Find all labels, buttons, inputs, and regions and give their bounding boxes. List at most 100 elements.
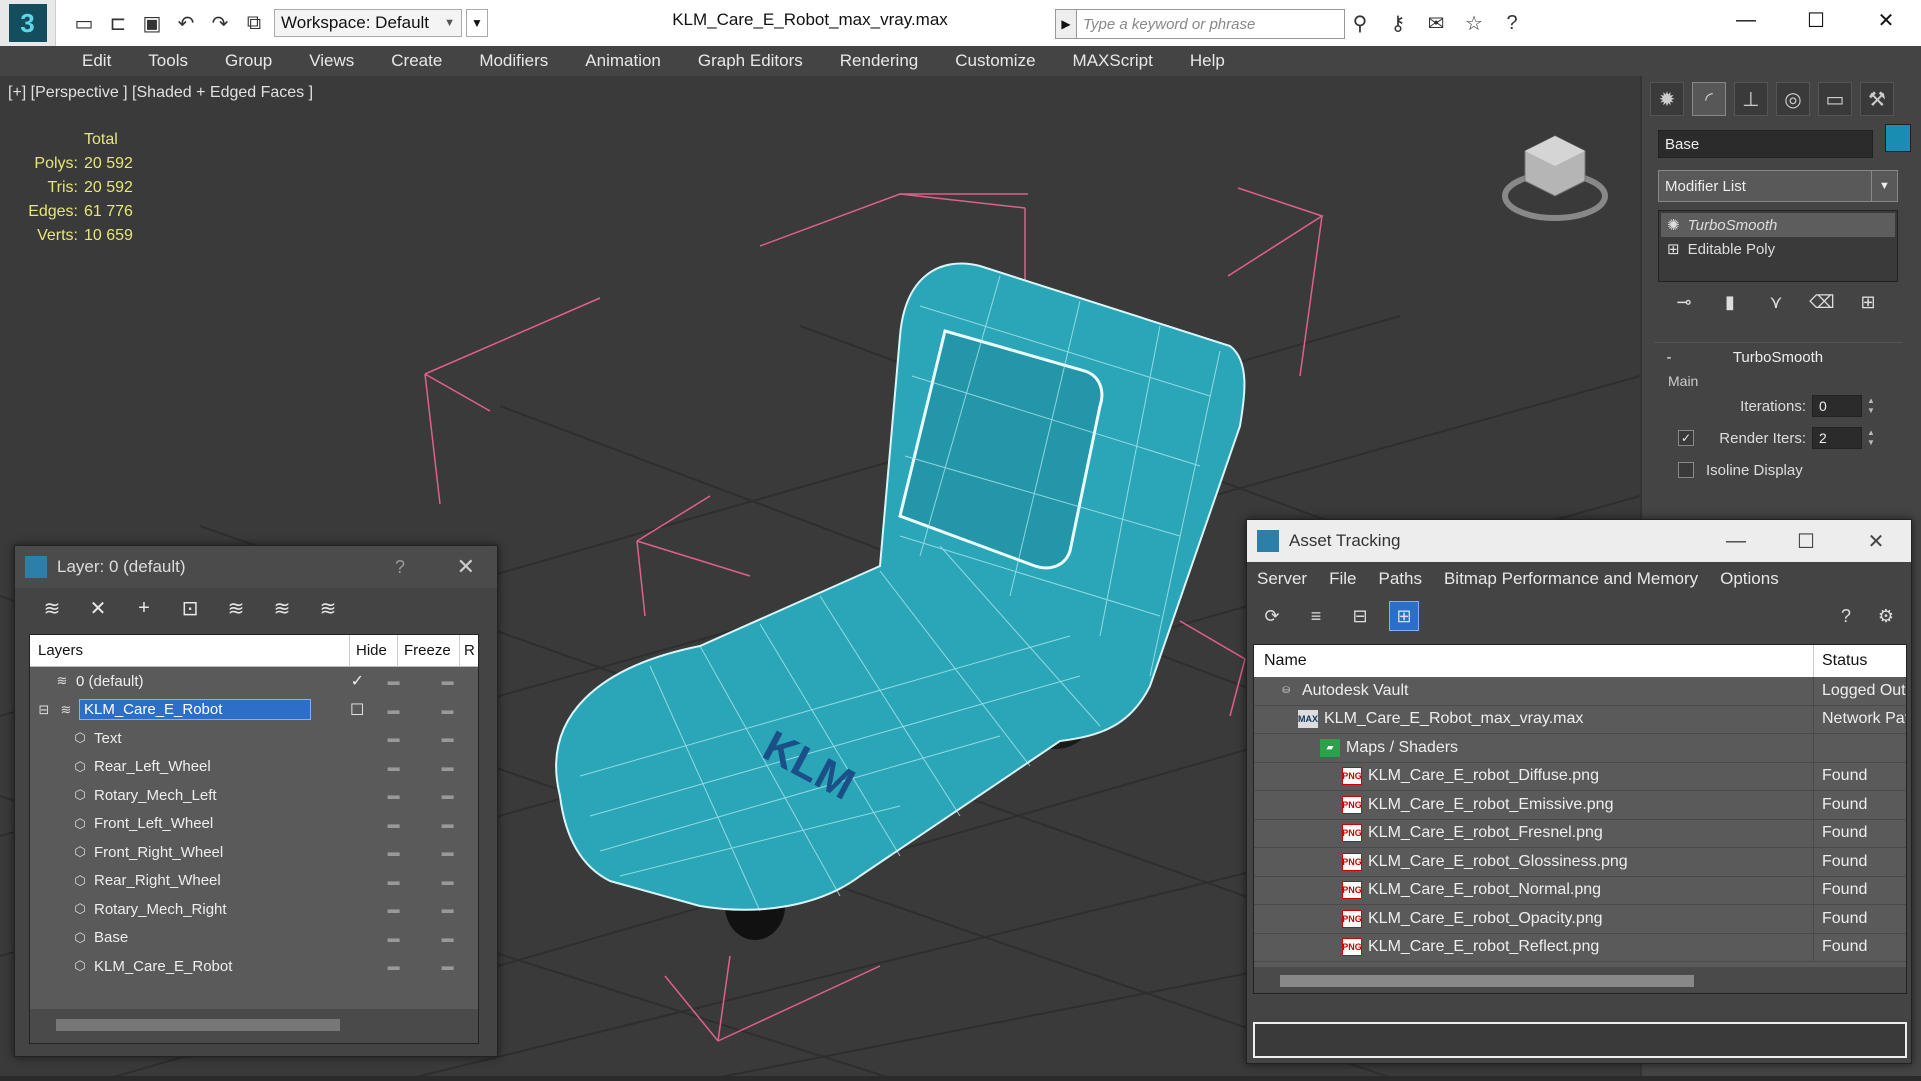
freeze-toggle[interactable]: ▬ — [417, 760, 478, 774]
search-input[interactable]: Type a keyword or phrase — [1077, 9, 1345, 39]
render-iters-spinner[interactable]: 2 — [1812, 427, 1862, 449]
freeze-toggle[interactable]: ▬ — [417, 674, 478, 688]
hide-toggle[interactable]: ▬ — [370, 817, 417, 831]
favorites-star-icon[interactable]: ☆ — [1461, 10, 1487, 36]
stack-item-turbosmooth[interactable]: ✺ TurboSmooth — [1661, 213, 1895, 237]
new-layer-icon[interactable]: ≋ — [39, 595, 65, 621]
asset-row[interactable]: PNG KLM_Care_E_robot_Fresnel.png Found — [1254, 819, 1906, 848]
freeze-toggle[interactable]: ▬ — [417, 902, 478, 916]
refresh-icon[interactable]: ⟳ — [1257, 601, 1287, 631]
utilities-tab-icon[interactable]: ⚒ — [1860, 82, 1894, 116]
spinner-arrows-icon[interactable]: ▲ ▼ — [1864, 396, 1878, 416]
display-tab-icon[interactable]: ▭ — [1818, 82, 1852, 116]
search-expand-icon[interactable]: ▶ — [1055, 9, 1077, 39]
menu-maxscript[interactable]: MAXScript — [1073, 51, 1172, 71]
menu-rendering[interactable]: Rendering — [840, 51, 937, 71]
hide-toggle[interactable]: ▬ — [370, 760, 417, 774]
col-status[interactable]: Status — [1814, 652, 1906, 670]
menu-views[interactable]: Views — [309, 51, 373, 71]
layer-row[interactable]: ⬡ Front_Left_Wheel ▬ ▬ — [30, 809, 478, 838]
key-icon[interactable]: ⚷ — [1385, 10, 1411, 36]
viewport-label[interactable]: [+] [Perspective ] [Shaded + Edged Faces… — [8, 84, 313, 102]
undo-icon[interactable]: ↶ — [172, 9, 200, 37]
menu-modifiers[interactable]: Modifiers — [479, 51, 567, 71]
maximize-button[interactable]: ☐ — [1771, 520, 1841, 562]
asset-row[interactable]: PNG KLM_Care_E_robot_Glossiness.png Found — [1254, 848, 1906, 877]
current-layer-mark[interactable]: ☐ — [344, 700, 370, 720]
layer-row[interactable]: ⊟ ≋ KLM_Care_E_Robot ☐ ▬ ▬ — [30, 695, 478, 724]
menu-create[interactable]: Create — [391, 51, 461, 71]
layer-row[interactable]: ⬡ Base ▬ ▬ — [30, 923, 478, 952]
add-to-layer-icon[interactable]: + — [131, 595, 157, 621]
object-name-field[interactable]: Base — [1658, 130, 1873, 158]
binoculars-icon[interactable]: ⚲ — [1347, 10, 1373, 36]
pin-stack-icon[interactable]: ⊸ — [1672, 290, 1696, 314]
freeze-toggle[interactable]: ▬ — [417, 931, 478, 945]
delete-layer-icon[interactable]: ✕ — [85, 595, 111, 621]
asset-row[interactable]: PNG KLM_Care_E_robot_Emissive.png Found — [1254, 791, 1906, 820]
col-freeze[interactable]: Freeze — [398, 635, 460, 666]
layer-row[interactable]: ⬡ Rotary_Mech_Right ▬ ▬ — [30, 895, 478, 924]
col-name[interactable]: Name — [1254, 645, 1814, 677]
close-button[interactable]: ✕ — [1851, 0, 1921, 40]
layer-row[interactable]: ⬡ KLM_Care_E_Robot ▬ ▬ — [30, 952, 478, 981]
settings-icon[interactable]: ⚙ — [1871, 601, 1901, 631]
asset-row[interactable]: PNG KLM_Care_E_robot_Normal.png Found — [1254, 876, 1906, 905]
open-file-icon[interactable]: ⊏ — [104, 9, 132, 37]
menu-customize[interactable]: Customize — [955, 51, 1054, 71]
workspace-menu-icon[interactable]: ▼ — [466, 9, 488, 37]
hide-all-icon[interactable]: ≋ — [269, 595, 295, 621]
remove-modifier-icon[interactable]: ⌫ — [1809, 290, 1834, 314]
help-icon[interactable]: ? — [395, 557, 405, 578]
communication-icon[interactable]: ✉ — [1423, 10, 1449, 36]
render-iters-checkbox[interactable]: ✓ — [1678, 430, 1694, 446]
menu-animation[interactable]: Animation — [585, 51, 680, 71]
scrollbar-thumb[interactable] — [1280, 975, 1694, 987]
current-layer-mark[interactable]: ✓ — [345, 671, 371, 691]
layer-row[interactable]: ≋ 0 (default) ✓ ▬ ▬ — [30, 667, 478, 696]
hide-toggle[interactable]: ▬ — [370, 703, 417, 717]
minimize-button[interactable]: — — [1701, 520, 1771, 562]
rollout-header[interactable]: - TurboSmooth — [1654, 343, 1902, 371]
layer-row[interactable]: ⬡ Text ▬ ▬ — [30, 724, 478, 753]
hide-toggle[interactable]: ▬ — [370, 731, 417, 745]
horizontal-scrollbar[interactable] — [30, 1009, 478, 1043]
menu-help[interactable]: Help — [1190, 51, 1244, 71]
highlight-selected-icon[interactable]: ≋ — [223, 595, 249, 621]
close-button[interactable]: ✕ — [1841, 520, 1911, 562]
select-in-layer-icon[interactable]: ⊡ — [177, 595, 203, 621]
col-layers[interactable]: Layers — [30, 635, 350, 666]
freeze-toggle[interactable]: ▬ — [417, 788, 478, 802]
layer-row[interactable]: ⬡ Front_Right_Wheel ▬ ▬ — [30, 838, 478, 867]
minimize-button[interactable]: — — [1711, 0, 1781, 40]
workspace-dropdown[interactable]: Workspace: Default ▼ — [274, 9, 462, 37]
asset-path-field[interactable] — [1253, 1022, 1907, 1058]
freeze-toggle[interactable]: ▬ — [417, 817, 478, 831]
configure-sets-icon[interactable]: ⊞ — [1856, 290, 1880, 314]
hide-toggle[interactable]: ▬ — [370, 959, 417, 973]
collapse-icon[interactable]: ⊟ — [36, 702, 52, 718]
menu-paths[interactable]: Paths — [1378, 569, 1421, 589]
show-end-result-icon[interactable]: ▮ — [1718, 290, 1742, 314]
asset-row[interactable]: MAX KLM_Care_E_Robot_max_vray.max Network … — [1254, 705, 1906, 734]
maximize-button[interactable]: ☐ — [1781, 0, 1851, 40]
freeze-all-icon[interactable]: ≋ — [315, 595, 341, 621]
lightbulb-icon[interactable]: ✺ — [1667, 216, 1680, 234]
stack-item-editable-poly[interactable]: ⊞ Editable Poly — [1661, 237, 1895, 261]
motion-tab-icon[interactable]: ◎ — [1776, 82, 1810, 116]
hide-toggle[interactable]: ▬ — [370, 674, 417, 688]
freeze-toggle[interactable]: ▬ — [417, 959, 478, 973]
col-render[interactable]: R — [460, 642, 478, 659]
hide-toggle[interactable]: ▬ — [370, 902, 417, 916]
redo-icon[interactable]: ↷ — [206, 9, 234, 37]
freeze-toggle[interactable]: ▬ — [417, 845, 478, 859]
layer-row[interactable]: ⬡ Rear_Right_Wheel ▬ ▬ — [30, 866, 478, 895]
freeze-toggle[interactable]: ▬ — [417, 703, 478, 717]
save-icon[interactable]: ▣ — [138, 9, 166, 37]
layer-row[interactable]: ⬡ Rotary_Mech_Left ▬ ▬ — [30, 781, 478, 810]
hide-toggle[interactable]: ▬ — [370, 788, 417, 802]
project-icon[interactable]: ⧉ — [240, 9, 268, 37]
layer-panel-titlebar[interactable]: Layer: 0 (default) ? ✕ — [15, 546, 497, 588]
spinner-arrows-icon[interactable]: ▲ ▼ — [1864, 428, 1878, 448]
asset-row[interactable]: PNG KLM_Care_E_robot_Diffuse.png Found — [1254, 762, 1906, 791]
